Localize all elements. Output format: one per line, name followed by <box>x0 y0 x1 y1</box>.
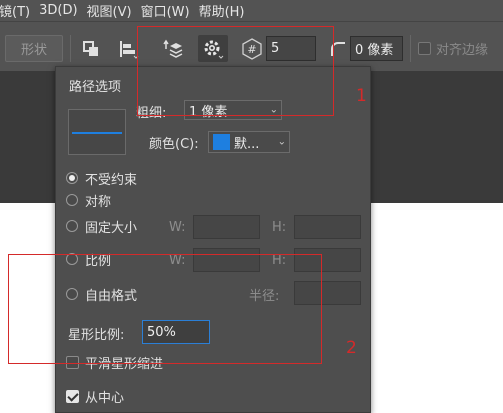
annotation-box-2 <box>8 254 322 364</box>
annotation-box-1 <box>137 26 334 116</box>
radio-square-label: 对称 <box>85 195 112 210</box>
stroke-preview-line <box>72 132 122 134</box>
path-operations-icon[interactable] <box>78 35 104 62</box>
radio-fixed-size[interactable] <box>66 220 78 232</box>
annotation-label-1: 1 <box>356 86 367 106</box>
menu-view[interactable]: 视图(V) <box>87 1 141 20</box>
menu-help[interactable]: 帮助(H) <box>199 1 254 20</box>
divider <box>70 35 71 62</box>
menu-window[interactable]: 窗口(W) <box>141 1 199 20</box>
menu-bar: 镜(T) 3D(D) 视图(V) 窗口(W) 帮助(H) <box>0 0 503 20</box>
chevron-down-icon: ⌄ <box>277 136 286 148</box>
shape-mode-button[interactable]: 形状 <box>5 35 63 62</box>
stroke-preview <box>68 109 126 155</box>
radio-unconstrained[interactable] <box>66 172 78 184</box>
path-options-title: 路径选项 <box>69 80 122 95</box>
menu-filter[interactable]: 镜(T) <box>0 1 39 20</box>
from-center-label: 从中心 <box>85 391 125 406</box>
fixed-width-label: W: <box>169 220 186 235</box>
menu-3d[interactable]: 3D(D) <box>39 3 86 18</box>
from-center-checkbox[interactable] <box>66 390 79 403</box>
color-swatch <box>213 134 230 150</box>
fixed-width-input[interactable] <box>193 215 260 239</box>
fixed-height-label: H: <box>272 220 287 235</box>
divider <box>410 35 411 62</box>
radio-square[interactable] <box>66 194 78 206</box>
radio-fixed-size-label: 固定大小 <box>85 221 138 236</box>
color-label: 颜色(C): <box>149 137 199 152</box>
fixed-height-input[interactable] <box>294 215 361 239</box>
color-select[interactable]: 默... ⌄ <box>208 131 290 153</box>
align-edges-checkbox[interactable] <box>418 42 431 55</box>
color-value: 默... <box>234 136 260 152</box>
align-edges-label: 对齐边缘 <box>436 43 489 58</box>
radius-input[interactable]: 0 像素 <box>350 36 403 61</box>
annotation-label-2: 2 <box>346 338 357 358</box>
radio-unconstrained-label: 不受约束 <box>85 173 138 188</box>
